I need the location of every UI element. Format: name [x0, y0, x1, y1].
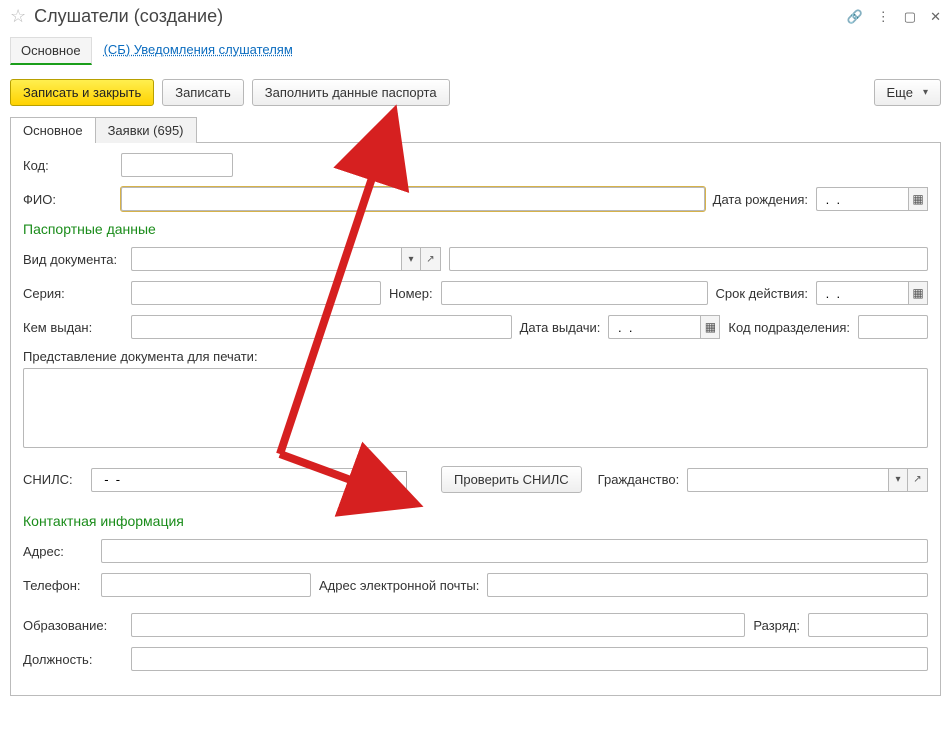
- check-snils-button[interactable]: Проверить СНИЛС: [441, 466, 582, 493]
- favorite-star-icon[interactable]: ☆: [10, 6, 26, 27]
- code-input[interactable]: [121, 153, 233, 177]
- label-number: Номер:: [389, 286, 433, 301]
- label-issued-by: Кем выдан:: [23, 320, 123, 335]
- fio-input[interactable]: [121, 187, 705, 211]
- label-fio: ФИО:: [23, 192, 113, 207]
- label-education: Образование:: [23, 618, 123, 633]
- label-code: Код:: [23, 158, 113, 173]
- dob-input[interactable]: [816, 187, 908, 211]
- dropdown-icon[interactable]: ▾: [888, 468, 908, 492]
- window-title: Слушатели (создание): [34, 6, 838, 27]
- save-button[interactable]: Записать: [162, 79, 244, 106]
- label-email: Адрес электронной почты:: [319, 578, 479, 593]
- section-contact: Контактная информация: [23, 513, 928, 529]
- label-expiry: Срок действия:: [716, 286, 809, 301]
- nav-tab-main[interactable]: Основное: [10, 37, 92, 65]
- education-input[interactable]: [131, 613, 745, 637]
- calendar-icon[interactable]: ▦: [908, 187, 928, 211]
- label-issue-date: Дата выдачи:: [520, 320, 601, 335]
- nav-link-notifications[interactable]: (СБ) Уведомления слушателям: [104, 37, 293, 65]
- number-input[interactable]: [441, 281, 708, 305]
- more-button[interactable]: Еще: [874, 79, 941, 106]
- open-icon[interactable]: ↗: [908, 468, 928, 492]
- kebab-menu-icon[interactable]: ⋮: [877, 9, 890, 25]
- tab-requests[interactable]: Заявки (695): [95, 117, 197, 143]
- dept-code-input[interactable]: [858, 315, 928, 339]
- citizenship-input[interactable]: [687, 468, 888, 492]
- label-grade: Разряд:: [753, 618, 800, 633]
- label-series: Серия:: [23, 286, 123, 301]
- label-doc-repr: Представление документа для печати:: [23, 349, 258, 364]
- label-dob: Дата рождения:: [713, 192, 808, 207]
- label-address: Адрес:: [23, 544, 93, 559]
- maximize-icon[interactable]: ▢: [904, 9, 916, 25]
- doc-type-input[interactable]: [131, 247, 401, 271]
- issued-by-input[interactable]: [131, 315, 512, 339]
- grade-input[interactable]: [808, 613, 928, 637]
- expiry-input[interactable]: [816, 281, 908, 305]
- doc-type-extra-input[interactable]: [449, 247, 928, 271]
- issue-date-input[interactable]: [608, 315, 700, 339]
- label-doc-type: Вид документа:: [23, 252, 123, 267]
- section-passport: Паспортные данные: [23, 221, 928, 237]
- tab-main[interactable]: Основное: [10, 117, 96, 143]
- phone-input[interactable]: [101, 573, 311, 597]
- save-close-button[interactable]: Записать и закрыть: [10, 79, 154, 106]
- label-phone: Телефон:: [23, 578, 93, 593]
- calendar-icon[interactable]: ▦: [700, 315, 720, 339]
- calendar-icon[interactable]: ▦: [908, 281, 928, 305]
- snils-checkbox[interactable]: [389, 471, 407, 489]
- close-icon[interactable]: ✕: [930, 9, 941, 25]
- email-input[interactable]: [487, 573, 928, 597]
- snils-input[interactable]: [91, 468, 381, 492]
- series-input[interactable]: [131, 281, 381, 305]
- link-icon[interactable]: 🔗: [847, 9, 863, 25]
- label-citizenship: Гражданство:: [598, 472, 680, 487]
- label-snils: СНИЛС:: [23, 472, 83, 487]
- position-input[interactable]: [131, 647, 928, 671]
- label-position: Должность:: [23, 652, 123, 667]
- address-input[interactable]: [101, 539, 928, 563]
- fill-passport-button[interactable]: Заполнить данные паспорта: [252, 79, 450, 106]
- dropdown-icon[interactable]: ▾: [401, 247, 421, 271]
- doc-repr-textarea[interactable]: [23, 368, 928, 448]
- label-dept-code: Код подразделения:: [728, 320, 850, 335]
- open-icon[interactable]: ↗: [421, 247, 441, 271]
